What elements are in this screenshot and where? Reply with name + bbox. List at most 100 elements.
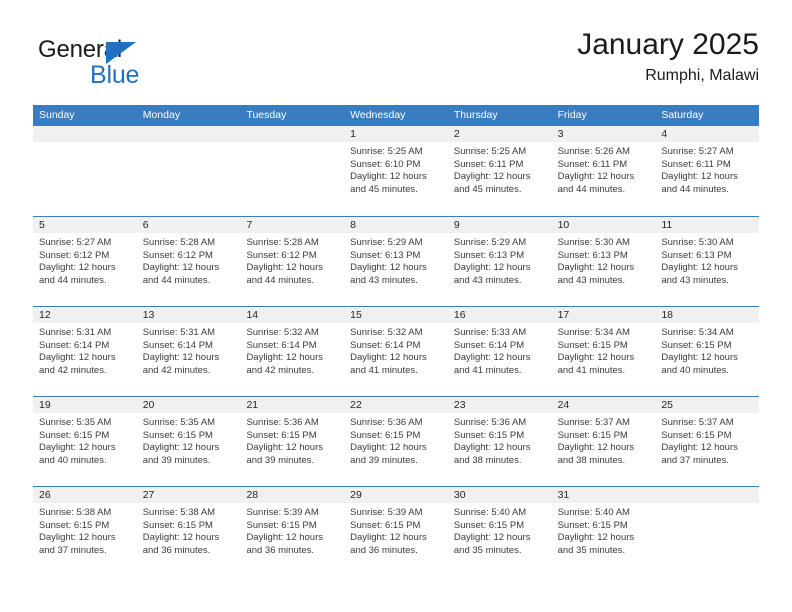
day-detail-line: Daylight: 12 hours: [246, 442, 324, 454]
day-detail-line: Sunset: 6:12 PM: [39, 249, 110, 261]
day-detail-line: Sunset: 6:15 PM: [142, 519, 213, 531]
day-details: Sunrise: 5:38 AM Sunset: 6:15 PM Daylight:…: [33, 503, 137, 557]
day-details: Sunrise: 5:37 AM Sunset: 6:15 PM Daylight:…: [655, 413, 759, 467]
day-cell-18[interactable]: 18 Sunrise: 5:34 AM Sunset: 6:15 PM Dayligh…: [655, 307, 760, 396]
day-cell-15[interactable]: 15 Sunrise: 5:32 AM Sunset: 6:14 PM Dayligh…: [344, 307, 448, 396]
weekday-header-sunday: Sunday: [39, 109, 75, 121]
day-details: Sunrise: 5:27 AM Sunset: 6:12 PM Daylight:…: [33, 233, 137, 287]
day-detail-line: Daylight: 12 hours: [39, 352, 116, 364]
day-details: Sunrise: 5:28 AM Sunset: 6:12 PM Daylight:…: [240, 233, 344, 287]
day-detail-line: and 42 minutes.: [142, 364, 211, 376]
day-cell-6[interactable]: 6 Sunrise: 5:28 AM Sunset: 6:12 PM Daylight…: [136, 217, 241, 306]
general-blue-logo[interactable]: General Blue: [38, 36, 188, 92]
day-detail-line: Sunrise: 5:34 AM: [557, 327, 630, 338]
day-detail-line: Daylight: 12 hours: [350, 442, 427, 454]
page-header: General Blue January 2025 Rumphi, Malawi: [33, 28, 759, 98]
day-cell-13[interactable]: 13 Sunrise: 5:31 AM Sunset: 6:14 PM Dayligh…: [136, 307, 241, 396]
day-detail-line: Daylight: 12 hours: [142, 442, 220, 454]
day-number: 11: [655, 217, 760, 233]
day-detail-line: and 40 minutes.: [661, 364, 729, 376]
page-subtitle: Rumphi, Malawi: [645, 67, 759, 84]
day-cell-31[interactable]: 31 Sunrise: 5:40 AM Sunset: 6:15 PM Dayligh…: [551, 487, 656, 576]
day-details: Sunrise: 5:30 AM Sunset: 6:13 PM Daylight:…: [552, 233, 656, 287]
day-detail-line: and 42 minutes.: [39, 364, 107, 376]
day-detail-line: and 36 minutes.: [246, 544, 315, 556]
day-detail-line: Daylight: 12 hours: [557, 442, 635, 454]
day-detail-line: and 44 minutes.: [661, 183, 729, 195]
day-detail-line: Sunset: 6:14 PM: [142, 339, 213, 351]
day-cell-25[interactable]: 25 Sunrise: 5:37 AM Sunset: 6:15 PM Dayligh…: [655, 397, 760, 486]
day-number: [136, 126, 241, 142]
day-detail-line: Daylight: 12 hours: [246, 532, 324, 544]
day-cell-3[interactable]: 3 Sunrise: 5:26 AM Sunset: 6:11 PM Daylight…: [551, 126, 656, 216]
day-cell-7[interactable]: 7 Sunrise: 5:28 AM Sunset: 6:12 PM Daylight…: [240, 217, 345, 306]
day-detail-line: Sunrise: 5:37 AM: [661, 417, 734, 428]
day-cell-empty: [655, 487, 760, 576]
day-number: 15: [344, 307, 448, 323]
day-details: Sunrise: 5:33 AM Sunset: 6:14 PM Daylight:…: [448, 323, 552, 377]
day-cell-12[interactable]: 12 Sunrise: 5:31 AM Sunset: 6:14 PM Dayligh…: [33, 307, 137, 396]
day-detail-line: and 35 minutes.: [453, 544, 522, 556]
day-number: 1: [344, 126, 448, 142]
day-cell-26[interactable]: 26 Sunrise: 5:38 AM Sunset: 6:15 PM Dayligh…: [33, 487, 137, 576]
day-detail-line: Sunset: 6:15 PM: [39, 429, 110, 441]
day-detail-line: Daylight: 12 hours: [453, 171, 531, 183]
day-detail-line: and 36 minutes.: [350, 544, 418, 556]
day-cell-23[interactable]: 23 Sunrise: 5:36 AM Sunset: 6:15 PM Dayligh…: [447, 397, 552, 486]
day-detail-line: Sunrise: 5:27 AM: [661, 146, 734, 157]
day-details: Sunrise: 5:25 AM Sunset: 6:10 PM Daylight:…: [344, 142, 448, 196]
logo-text-blue: Blue: [90, 61, 140, 89]
day-detail-line: Daylight: 12 hours: [142, 262, 220, 274]
calendar-week-row: 5 Sunrise: 5:27 AM Sunset: 6:12 PM Daylight…: [33, 216, 760, 306]
day-cell-21[interactable]: 21 Sunrise: 5:36 AM Sunset: 6:15 PM Dayligh…: [240, 397, 345, 486]
day-cell-20[interactable]: 20 Sunrise: 5:35 AM Sunset: 6:15 PM Dayligh…: [136, 397, 241, 486]
day-detail-line: Sunrise: 5:26 AM: [557, 146, 630, 157]
day-details: Sunrise: 5:39 AM Sunset: 6:15 PM Daylight:…: [344, 503, 448, 557]
day-details: Sunrise: 5:27 AM Sunset: 6:11 PM Daylight:…: [655, 142, 759, 196]
day-detail-line: Sunset: 6:15 PM: [453, 429, 525, 441]
day-detail-line: and 41 minutes.: [453, 364, 522, 376]
day-cell-22[interactable]: 22 Sunrise: 5:36 AM Sunset: 6:15 PM Dayligh…: [344, 397, 448, 486]
day-detail-line: Daylight: 12 hours: [39, 532, 116, 544]
day-detail-line: Sunrise: 5:29 AM: [350, 237, 423, 248]
day-cell-4[interactable]: 4 Sunrise: 5:27 AM Sunset: 6:11 PM Daylight…: [655, 126, 760, 216]
day-number: 17: [551, 307, 656, 323]
day-cell-17[interactable]: 17 Sunrise: 5:34 AM Sunset: 6:15 PM Dayligh…: [551, 307, 656, 396]
weekday-header-wednesday: Wednesday: [350, 109, 406, 121]
day-cell-29[interactable]: 29 Sunrise: 5:39 AM Sunset: 6:15 PM Dayligh…: [344, 487, 448, 576]
day-cell-24[interactable]: 24 Sunrise: 5:37 AM Sunset: 6:15 PM Dayligh…: [551, 397, 656, 486]
day-detail-line: Daylight: 12 hours: [453, 262, 531, 274]
day-cell-11[interactable]: 11 Sunrise: 5:30 AM Sunset: 6:13 PM Dayligh…: [655, 217, 760, 306]
day-number: 18: [655, 307, 760, 323]
day-number: 9: [447, 217, 552, 233]
day-cell-14[interactable]: 14 Sunrise: 5:32 AM Sunset: 6:14 PM Dayligh…: [240, 307, 345, 396]
day-cell-16[interactable]: 16 Sunrise: 5:33 AM Sunset: 6:14 PM Dayligh…: [447, 307, 552, 396]
day-cell-27[interactable]: 27 Sunrise: 5:38 AM Sunset: 6:15 PM Dayligh…: [136, 487, 241, 576]
day-detail-line: and 41 minutes.: [350, 364, 418, 376]
day-detail-line: Sunrise: 5:28 AM: [142, 237, 216, 248]
day-details: [240, 142, 344, 146]
day-detail-line: Daylight: 12 hours: [350, 262, 427, 274]
day-detail-line: Sunrise: 5:32 AM: [350, 327, 423, 338]
day-detail-line: and 36 minutes.: [142, 544, 211, 556]
day-detail-line: Sunrise: 5:25 AM: [350, 146, 423, 157]
day-detail-line: Sunset: 6:11 PM: [453, 158, 524, 170]
day-cell-5[interactable]: 5 Sunrise: 5:27 AM Sunset: 6:12 PM Daylight…: [33, 217, 137, 306]
day-detail-line: Daylight: 12 hours: [350, 352, 427, 364]
day-cell-19[interactable]: 19 Sunrise: 5:35 AM Sunset: 6:15 PM Dayligh…: [33, 397, 137, 486]
day-number: 4: [655, 126, 760, 142]
day-number: 26: [33, 487, 137, 503]
day-details: Sunrise: 5:36 AM Sunset: 6:15 PM Daylight:…: [344, 413, 448, 467]
day-cell-9[interactable]: 9 Sunrise: 5:29 AM Sunset: 6:13 PM Daylight…: [447, 217, 552, 306]
day-number: [33, 126, 137, 142]
day-cell-1[interactable]: 1 Sunrise: 5:25 AM Sunset: 6:10 PM Daylight…: [344, 126, 448, 216]
day-cell-8[interactable]: 8 Sunrise: 5:29 AM Sunset: 6:13 PM Daylight…: [344, 217, 448, 306]
day-cell-30[interactable]: 30 Sunrise: 5:40 AM Sunset: 6:15 PM Dayligh…: [447, 487, 552, 576]
day-details: Sunrise: 5:40 AM Sunset: 6:15 PM Daylight:…: [552, 503, 656, 557]
day-cell-28[interactable]: 28 Sunrise: 5:39 AM Sunset: 6:15 PM Dayligh…: [240, 487, 345, 576]
day-details: Sunrise: 5:38 AM Sunset: 6:15 PM Daylight:…: [137, 503, 241, 557]
day-detail-line: Daylight: 12 hours: [350, 532, 427, 544]
day-details: Sunrise: 5:34 AM Sunset: 6:15 PM Daylight:…: [655, 323, 759, 377]
day-cell-2[interactable]: 2 Sunrise: 5:25 AM Sunset: 6:11 PM Daylight…: [447, 126, 552, 216]
day-cell-10[interactable]: 10 Sunrise: 5:30 AM Sunset: 6:13 PM Dayligh…: [551, 217, 656, 306]
